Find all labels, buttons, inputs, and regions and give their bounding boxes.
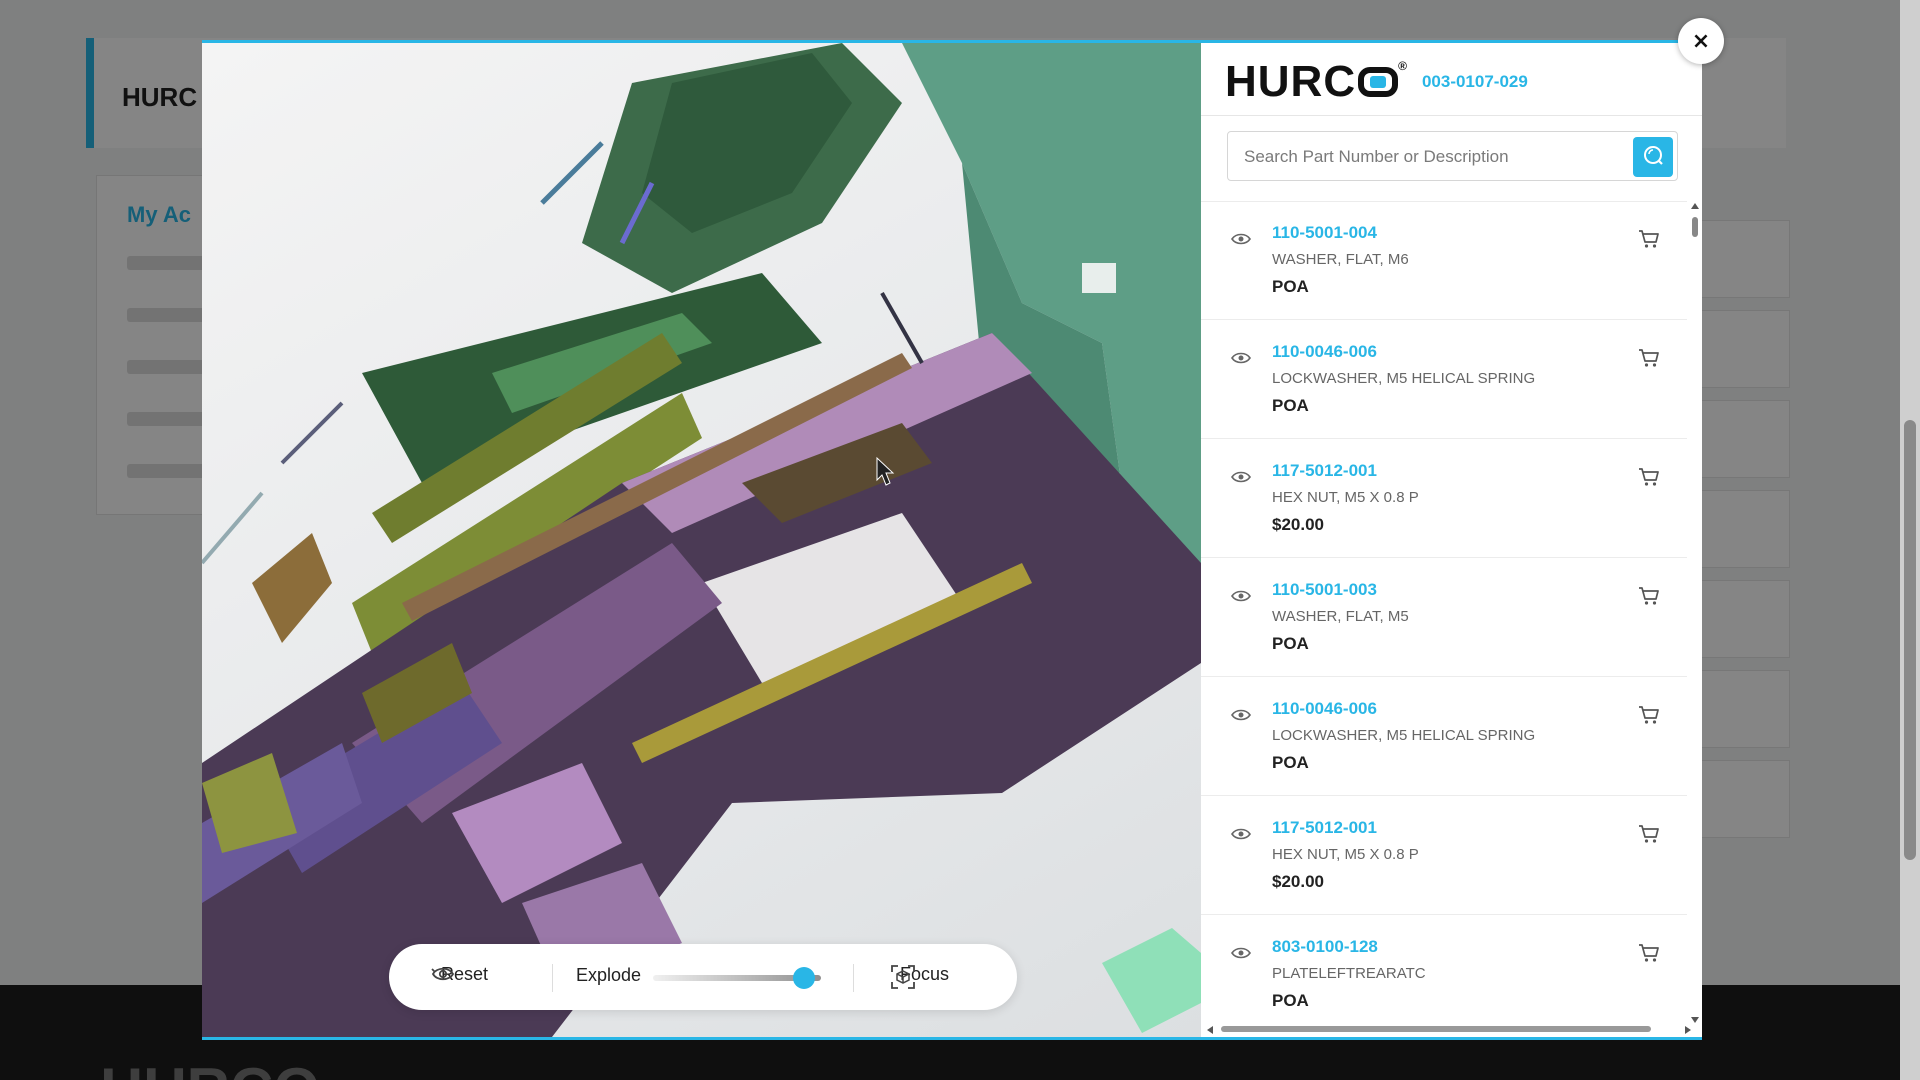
part-number-link[interactable]: 110-5001-004 bbox=[1272, 223, 1377, 243]
list-item[interactable]: 117-5012-001 HEX NUT, M5 X 0.8 P $20.00 bbox=[1201, 796, 1687, 915]
part-number-link[interactable]: 110-0046-006 bbox=[1272, 699, 1377, 719]
eye-icon[interactable] bbox=[1231, 707, 1251, 726]
assembly-part-code: 003-0107-029 bbox=[1421, 72, 1528, 91]
parts-list-vertical-scrollbar[interactable] bbox=[1689, 203, 1701, 1023]
part-price: $20.00 bbox=[1272, 515, 1324, 534]
part-description: LOCKWASHER, M5 HELICAL SPRING bbox=[1272, 727, 1536, 744]
registered-mark: ® bbox=[1398, 59, 1408, 73]
hurco-logo: HURC ® bbox=[1225, 57, 1408, 107]
part-number-link[interactable]: 117-5012-001 bbox=[1272, 461, 1377, 481]
part-price: POA bbox=[1272, 277, 1309, 296]
scroll-thumb[interactable] bbox=[1692, 217, 1698, 237]
list-item[interactable]: 803-0100-128 PLATELEFTREARATC POA bbox=[1201, 915, 1687, 1019]
search-button[interactable] bbox=[1633, 137, 1673, 177]
divider bbox=[1201, 115, 1702, 116]
search-input[interactable] bbox=[1244, 144, 1624, 170]
close-icon: × bbox=[1691, 28, 1711, 54]
scroll-up-arrow[interactable] bbox=[1691, 203, 1699, 209]
list-item[interactable]: 110-5001-004 WASHER, FLAT, M6 POA bbox=[1201, 201, 1687, 320]
parts-panel: HURC ® 003-0107-029 110-5001-004 WASHER,… bbox=[1201, 43, 1702, 1037]
cart-icon[interactable] bbox=[1638, 705, 1660, 729]
scroll-left-arrow[interactable] bbox=[1207, 1026, 1213, 1034]
eye-icon[interactable] bbox=[1231, 350, 1251, 369]
part-number-link[interactable]: 117-5012-001 bbox=[1272, 818, 1377, 838]
cart-icon[interactable] bbox=[1638, 467, 1660, 491]
list-item[interactable]: 117-5012-001 HEX NUT, M5 X 0.8 P $20.00 bbox=[1201, 439, 1687, 558]
part-description: WASHER, FLAT, M6 bbox=[1272, 251, 1409, 268]
part-description: PLATELEFTREARATC bbox=[1272, 965, 1426, 982]
list-item[interactable]: 110-0046-006 LOCKWASHER, M5 HELICAL SPRI… bbox=[1201, 677, 1687, 796]
cart-icon[interactable] bbox=[1638, 824, 1660, 848]
part-number-link[interactable]: 803-0100-128 bbox=[1272, 937, 1378, 957]
cart-icon[interactable] bbox=[1638, 586, 1660, 610]
parts-list-horizontal-scrollbar[interactable] bbox=[1207, 1023, 1691, 1035]
part-price: POA bbox=[1272, 396, 1309, 415]
brand-header: HURC ® 003-0107-029 bbox=[1225, 57, 1528, 107]
eye-icon[interactable] bbox=[1231, 231, 1251, 250]
list-item[interactable]: 110-0046-006 LOCKWASHER, M5 HELICAL SPRI… bbox=[1201, 320, 1687, 439]
focus-button[interactable]: Focus bbox=[890, 964, 949, 989]
part-price: $20.00 bbox=[1272, 872, 1324, 891]
eye-icon[interactable] bbox=[1231, 826, 1251, 845]
eye-icon[interactable] bbox=[1231, 588, 1251, 607]
cart-icon[interactable] bbox=[1638, 229, 1660, 253]
eye-icon[interactable] bbox=[1231, 945, 1251, 964]
part-description: HEX NUT, M5 X 0.8 P bbox=[1272, 846, 1419, 863]
part-number-link[interactable]: 110-5001-003 bbox=[1272, 580, 1377, 600]
part-description: HEX NUT, M5 X 0.8 P bbox=[1272, 489, 1419, 506]
parts-list[interactable]: 110-5001-004 WASHER, FLAT, M6 POA 110-00… bbox=[1201, 201, 1687, 1019]
parts-viewer-modal: Reset Explode Focus HURC ® 003-0107-029 … bbox=[202, 40, 1702, 1040]
viewer-toolbar: Reset Explode Focus bbox=[389, 944, 1017, 1010]
reset-button[interactable]: Reset bbox=[431, 964, 488, 985]
search-icon bbox=[1642, 144, 1664, 170]
eye-icon[interactable] bbox=[1231, 469, 1251, 488]
scroll-down-arrow[interactable] bbox=[1691, 1017, 1699, 1023]
part-description: WASHER, FLAT, M5 bbox=[1272, 608, 1409, 625]
exploded-3d-model[interactable] bbox=[202, 43, 1201, 1037]
cart-icon[interactable] bbox=[1638, 348, 1660, 372]
part-price: POA bbox=[1272, 634, 1309, 653]
search-box bbox=[1227, 131, 1678, 181]
brand-text: HURC bbox=[1225, 57, 1357, 106]
close-button[interactable]: × bbox=[1678, 18, 1724, 64]
page-scrollbar[interactable] bbox=[1900, 0, 1920, 1080]
part-price: POA bbox=[1272, 753, 1309, 772]
cart-icon[interactable] bbox=[1638, 943, 1660, 967]
3d-model-viewer[interactable]: Reset Explode Focus bbox=[202, 43, 1201, 1037]
brand-o-mark bbox=[1358, 67, 1399, 97]
scroll-thumb[interactable] bbox=[1221, 1026, 1651, 1032]
explode-slider-handle[interactable] bbox=[793, 967, 816, 989]
explode-slider[interactable] bbox=[653, 967, 821, 989]
part-description: LOCKWASHER, M5 HELICAL SPRING bbox=[1272, 370, 1536, 387]
part-number-link[interactable]: 110-0046-006 bbox=[1272, 342, 1377, 362]
part-price: POA bbox=[1272, 991, 1309, 1010]
list-item[interactable]: 110-5001-003 WASHER, FLAT, M5 POA bbox=[1201, 558, 1687, 677]
scroll-right-arrow[interactable] bbox=[1685, 1026, 1691, 1034]
explode-label: Explode bbox=[576, 965, 642, 985]
